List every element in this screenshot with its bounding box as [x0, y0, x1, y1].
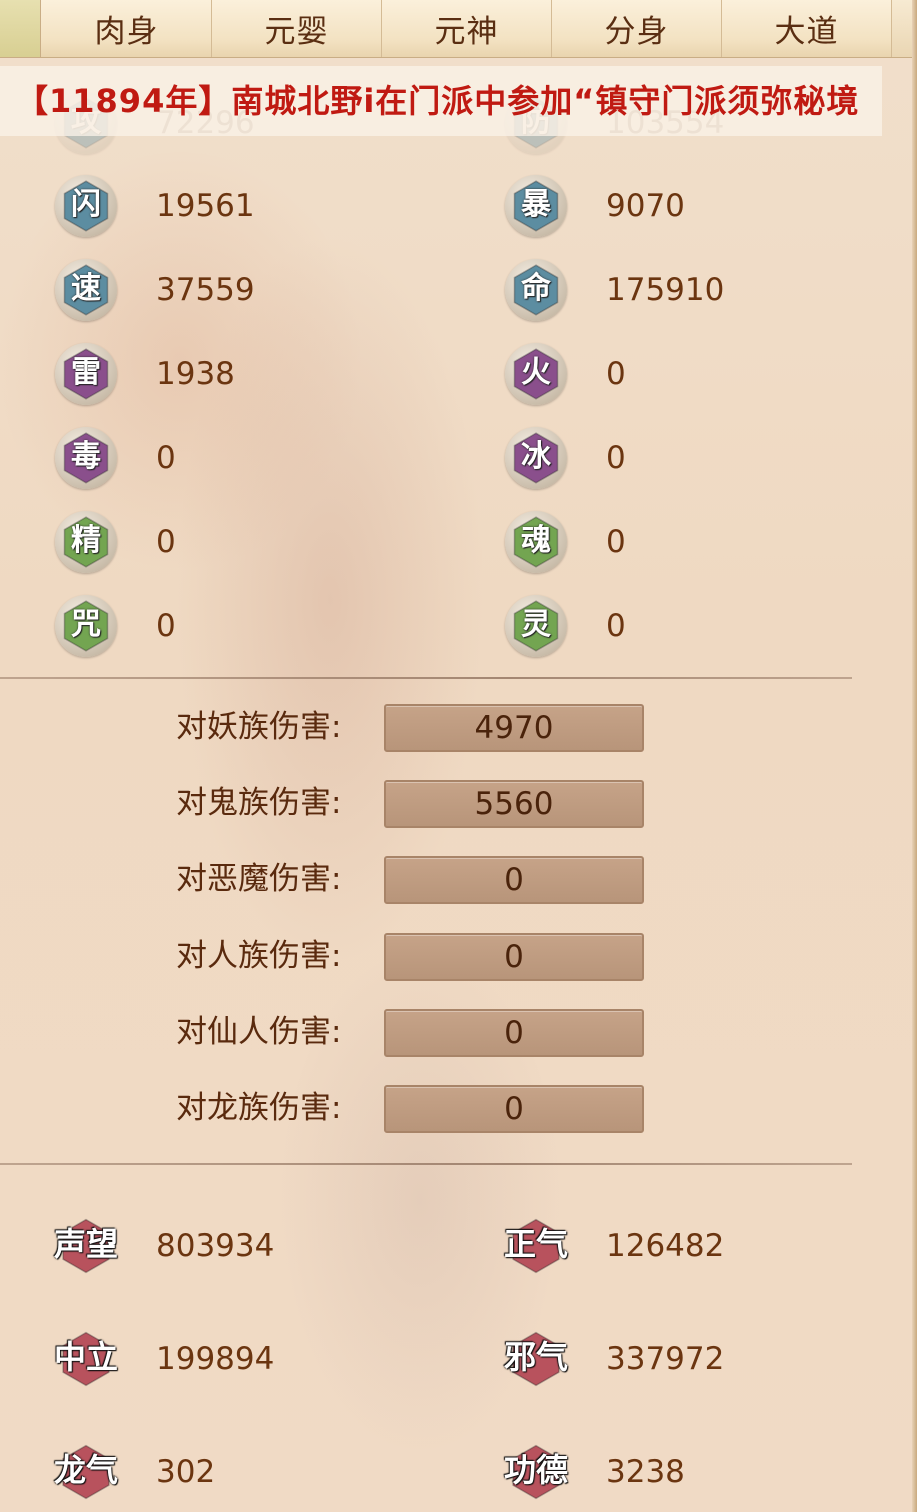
damage-value-box: 4970	[384, 704, 644, 752]
stat-icon-label: 命	[521, 271, 551, 306]
stat-value: 0	[156, 608, 176, 644]
divider	[0, 677, 852, 679]
damage-value-box: 0	[384, 1085, 644, 1133]
reputation-label: 龙气	[53, 1451, 118, 1489]
stat-icon-label: 毒	[71, 439, 101, 474]
reputation-label: 声望	[53, 1225, 118, 1263]
stat-icon-label: 精	[71, 523, 101, 558]
stat-value: 1938	[156, 356, 235, 392]
stat-icon: 暴	[505, 175, 567, 237]
reputation-icon: 功德	[503, 1439, 569, 1505]
stat-value: 19561	[156, 188, 255, 224]
reputation-icon: 正气	[503, 1213, 569, 1279]
tab-fenshen[interactable]: 分身	[552, 0, 722, 57]
stat-icon: 冰	[505, 427, 567, 489]
stat-icon-label: 火	[521, 355, 551, 390]
reputation-label: 中立	[53, 1338, 118, 1376]
stat-value: 0	[606, 608, 626, 644]
reputation-label: 邪气	[503, 1338, 568, 1376]
damage-label: 对仙人伤害:	[176, 1013, 342, 1050]
reputation-icon: 龙气	[53, 1439, 119, 1505]
damage-value-box: 0	[384, 932, 644, 981]
reputation-value: 126482	[606, 1228, 725, 1264]
stat-icon-label: 速	[71, 271, 101, 306]
tab-bar-left-cap	[0, 0, 41, 57]
stat-icon-label: 暴	[521, 187, 551, 222]
tab-bar-right-cap	[892, 0, 912, 57]
reputation-value: 302	[156, 1454, 216, 1490]
reputation-value: 803934	[156, 1228, 275, 1264]
stat-icon: 速	[55, 259, 117, 321]
tab-dadao[interactable]: 大道	[722, 0, 892, 57]
stat-value: 37559	[156, 272, 255, 308]
stat-icon: 精	[55, 511, 117, 573]
damage-value-box: 5560	[384, 780, 644, 829]
stat-icon: 雷	[55, 343, 117, 405]
damage-label: 对人族伤害:	[176, 937, 342, 974]
stat-value: 0	[606, 356, 626, 392]
damage-label: 对妖族伤害:	[176, 709, 342, 745]
stat-icon: 火	[505, 343, 567, 405]
stat-value: 9070	[606, 188, 685, 224]
stat-icon: 灵	[505, 595, 567, 657]
reputation-value: 3238	[606, 1454, 685, 1490]
stat-icon: 毒	[55, 427, 117, 489]
tab-roushen[interactable]: 肉身	[42, 0, 212, 57]
stat-icon-label: 冰	[521, 439, 551, 474]
stat-icon-label: 雷	[71, 355, 101, 390]
tab-yuanying[interactable]: 元婴	[212, 0, 382, 57]
stat-icon: 魂	[505, 511, 567, 573]
reputation-value: 199894	[156, 1341, 275, 1377]
announcement-text: 【11894年】南城北野i在门派中参加“镇守门派须弥秘境	[16, 82, 860, 120]
stat-icon: 咒	[55, 595, 117, 657]
divider	[0, 1163, 852, 1165]
tab-bar: 肉身 元婴 元神 分身 大道	[0, 0, 912, 58]
reputation-label: 功德	[503, 1451, 568, 1489]
stat-value: 0	[156, 524, 176, 560]
stat-icon-label: 咒	[71, 607, 101, 642]
reputation-value: 337972	[606, 1341, 725, 1377]
damage-label: 对鬼族伤害:	[176, 785, 342, 822]
stat-value: 0	[156, 440, 176, 476]
reputation-icon: 声望	[53, 1213, 119, 1279]
announcement-marquee: 【11894年】南城北野i在门派中参加“镇守门派须弥秘境	[0, 66, 882, 136]
reputation-icon: 邪气	[503, 1326, 569, 1392]
stat-icon-label: 灵	[521, 607, 551, 642]
stat-icon: 命	[505, 259, 567, 321]
stat-value: 0	[606, 524, 626, 560]
stat-icon-label: 魂	[521, 523, 551, 558]
reputation-label: 正气	[503, 1225, 568, 1263]
character-art-background	[0, 0, 917, 1512]
reputation-icon: 中立	[53, 1326, 119, 1392]
stat-value: 0	[606, 440, 626, 476]
damage-label: 对龙族伤害:	[176, 1090, 342, 1126]
stat-icon: 闪	[55, 175, 117, 237]
damage-value-box: 0	[384, 1008, 644, 1057]
damage-label: 对恶魔伤害:	[176, 861, 342, 898]
panel-frame	[912, 0, 917, 1512]
damage-value-box: 0	[384, 856, 644, 905]
stat-icon-label: 闪	[71, 187, 101, 222]
tab-yuanshen[interactable]: 元神	[382, 0, 552, 57]
stat-value: 175910	[606, 272, 725, 308]
